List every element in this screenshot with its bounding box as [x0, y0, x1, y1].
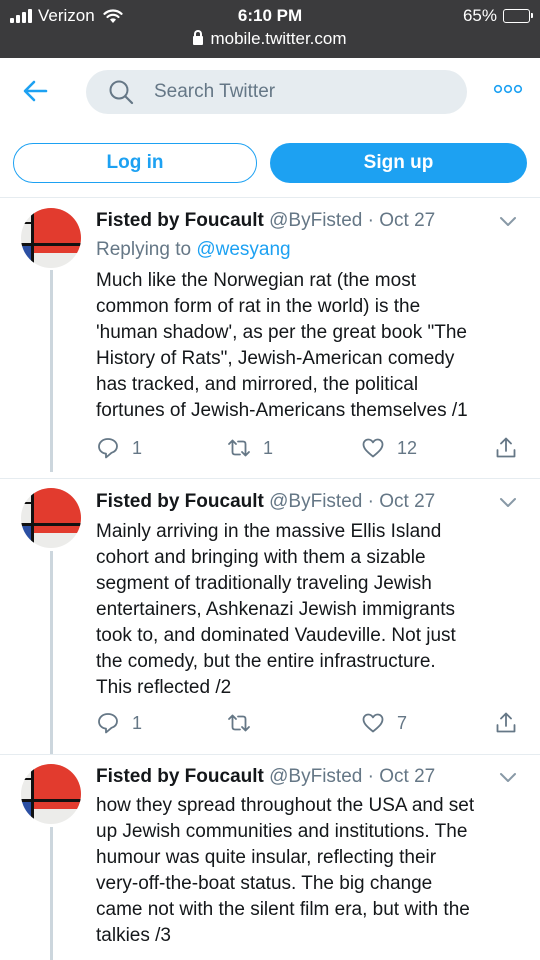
author-name[interactable]: Fisted by Foucault: [96, 491, 264, 512]
heart-icon: [362, 713, 384, 733]
tweet-line: up Jewish communities and institutions. …: [96, 821, 468, 842]
tweet-2[interactable]: Fisted by Foucault @ByFisted · Oct 27 Ma…: [0, 478, 540, 755]
author-handle[interactable]: @ByFisted: [269, 766, 362, 787]
reply-icon: [98, 713, 118, 734]
tweet-text: how they spread throughout the USA and s…: [96, 793, 526, 949]
tweet-actions: 1 7: [96, 711, 526, 737]
tweet-date[interactable]: · Oct 27: [368, 210, 436, 231]
thread-line: [50, 827, 53, 960]
tweet-line: humour was quite insular, reflecting the…: [96, 847, 437, 868]
status-time: 6:10 PM: [237, 6, 303, 25]
tweet-line: the comedy, but the entire infrastructur…: [96, 651, 436, 672]
reply-mention-link[interactable]: @wesyang: [196, 239, 290, 260]
more-dots-icon[interactable]: [493, 84, 523, 94]
share-button[interactable]: [494, 711, 518, 735]
reply-button[interactable]: 1: [96, 711, 142, 735]
tweet-line: came not with the silent film era, but w…: [96, 899, 470, 920]
status-right: 65%: [462, 6, 533, 26]
tweet-line: common form of rat in the world) is the: [96, 296, 421, 317]
avatar[interactable]: [21, 208, 81, 268]
search-input[interactable]: Search Twitter: [86, 70, 467, 114]
tweet-line: History of Rats", Jewish-American comedy: [96, 348, 455, 369]
tweet-line: has tracked, and mirrored, the political: [96, 374, 419, 395]
tweet-line: fortunes of Jewish-Americans themselves …: [96, 400, 468, 421]
share-icon: [496, 437, 516, 458]
retweet-icon: [228, 714, 250, 732]
tweet-line: Much like the Norwegian rat (the most: [96, 270, 416, 291]
tweet-actions: 1 1 12: [96, 436, 526, 462]
chevron-down-icon[interactable]: [499, 497, 517, 509]
like-button[interactable]: 12: [361, 436, 417, 460]
battery-icon: [503, 9, 533, 23]
tweet-header: Fisted by Foucault @ByFisted · Oct 27: [96, 210, 435, 232]
like-count: 7: [397, 712, 408, 733]
tweet-line: how they spread throughout the USA and s…: [96, 795, 475, 816]
thread-line: [50, 270, 53, 472]
author-name[interactable]: Fisted by Foucault: [96, 210, 264, 231]
share-button[interactable]: [494, 436, 518, 460]
tweet-line: very-off-the-boat status. The big change: [96, 873, 433, 894]
search-placeholder: Search Twitter: [154, 81, 276, 102]
retweet-button[interactable]: 1: [227, 436, 273, 460]
retweet-icon: [228, 439, 250, 457]
tweet-line: entertainers, Ashkenazi Jewish immigrant…: [96, 599, 456, 620]
tweet-header: Fisted by Foucault @ByFisted · Oct 27: [96, 766, 435, 788]
battery-percent: 65%: [462, 6, 497, 25]
status-bar: Verizon 6:10 PM mobile.twitter.com 65%: [0, 0, 540, 58]
lock-icon: [193, 30, 204, 45]
tweet-line: cohort and bringing with them a sizable: [96, 547, 426, 568]
auth-bar: Log in Sign up: [0, 130, 540, 198]
tweet-line: 'human shadow', as per the great book "T…: [96, 322, 468, 343]
reply-button[interactable]: 1: [96, 436, 142, 460]
signup-button[interactable]: Sign up: [270, 143, 527, 183]
thread-line: [50, 551, 53, 755]
url-bar[interactable]: mobile.twitter.com: [0, 29, 540, 49]
tweet-line: segment of traditionally traveling Jewis…: [96, 573, 432, 594]
heart-icon: [362, 438, 384, 458]
replying-to-label: Replying to: [96, 239, 192, 260]
url-text: mobile.twitter.com: [210, 29, 347, 48]
author-name[interactable]: Fisted by Foucault: [96, 766, 264, 787]
author-handle[interactable]: @ByFisted: [269, 491, 362, 512]
chevron-down-icon[interactable]: [499, 772, 517, 784]
retweet-button[interactable]: [227, 711, 263, 735]
retweet-count: 1: [263, 437, 274, 458]
login-button[interactable]: Log in: [13, 143, 257, 183]
like-button[interactable]: 7: [361, 711, 407, 735]
top-header: Search Twitter: [0, 58, 540, 130]
search-icon: [109, 80, 134, 105]
share-icon: [496, 712, 516, 733]
reply-count: 1: [132, 437, 143, 458]
replying-to: Replying to @wesyang: [96, 239, 291, 261]
reply-icon: [98, 438, 118, 459]
tweet-line: took to, and dominated Vaudeville. Not j…: [96, 625, 456, 646]
tweet-1[interactable]: Fisted by Foucault @ByFisted · Oct 27 Re…: [0, 198, 540, 478]
tweet-line: This reflected /2: [96, 677, 232, 698]
tweet-header: Fisted by Foucault @ByFisted · Oct 27: [96, 491, 435, 513]
reply-count: 1: [132, 712, 143, 733]
tweet-line: Mainly arriving in the massive Ellis Isl…: [96, 521, 442, 542]
tweet-text: Much like the Norwegian rat (the most co…: [96, 268, 526, 424]
avatar[interactable]: [21, 764, 81, 824]
tweet-date[interactable]: · Oct 27: [368, 491, 436, 512]
like-count: 12: [397, 437, 418, 458]
tweet-text: Mainly arriving in the massive Ellis Isl…: [96, 519, 526, 701]
back-arrow-icon[interactable]: [20, 76, 50, 106]
chevron-down-icon[interactable]: [499, 216, 517, 228]
tweet-date[interactable]: · Oct 27: [368, 766, 436, 787]
tweet-3[interactable]: Fisted by Foucault @ByFisted · Oct 27 ho…: [0, 754, 540, 960]
tweet-line: talkies /3: [96, 925, 171, 946]
avatar[interactable]: [21, 488, 81, 548]
author-handle[interactable]: @ByFisted: [269, 210, 362, 231]
